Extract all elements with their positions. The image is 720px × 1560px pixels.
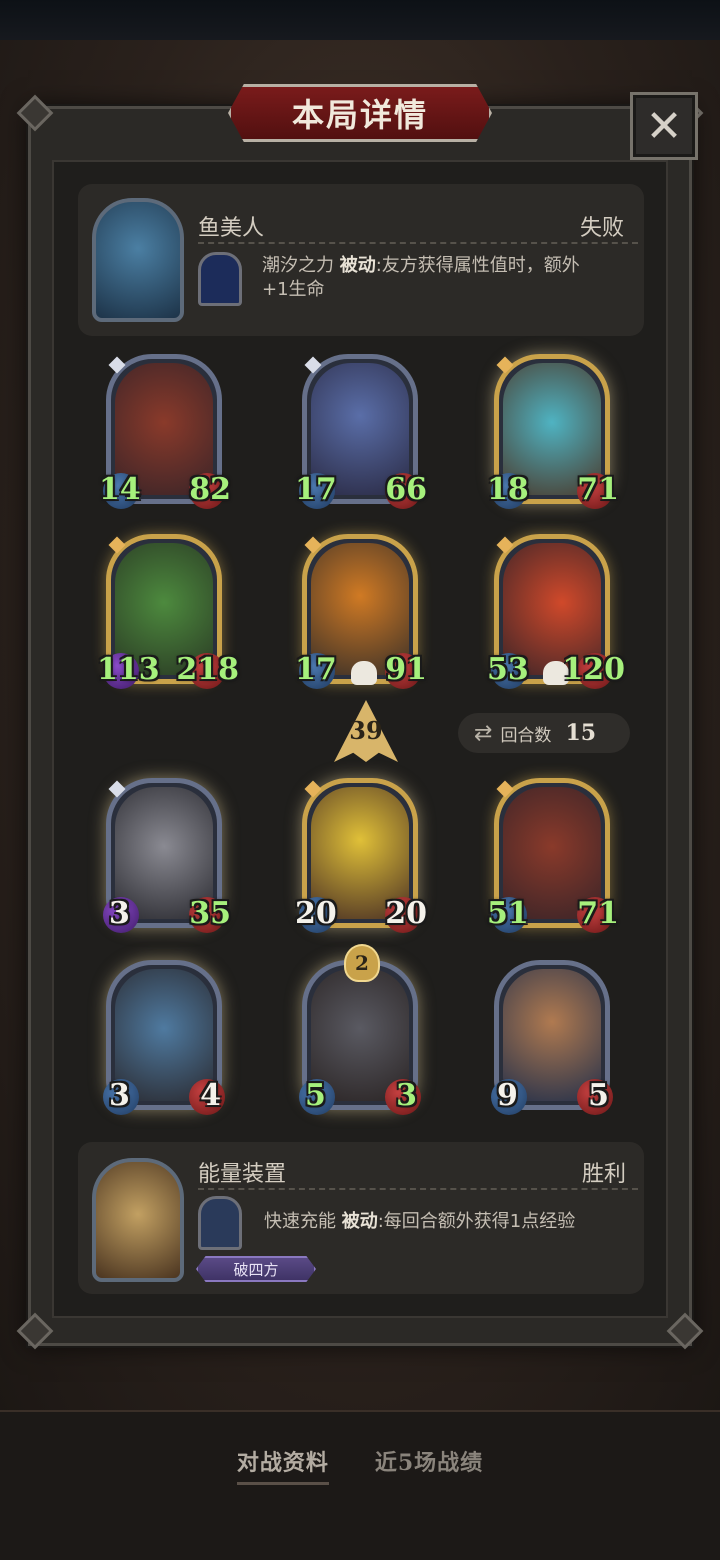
opponent-result: 失败 bbox=[580, 216, 625, 241]
card-health: 66 bbox=[385, 472, 427, 507]
opponent-skill-type: 被动 bbox=[339, 255, 376, 276]
player-skill-text: 快速充能 被动:每回合额外获得1点经验 bbox=[264, 1210, 634, 1234]
divider bbox=[198, 1188, 638, 1190]
player-card[interactable]: 9 5 bbox=[491, 960, 613, 1115]
player-skill-name: 快速充能 bbox=[264, 1211, 336, 1232]
player-avatar[interactable] bbox=[92, 1158, 184, 1282]
player-tag-badge: 破四方 bbox=[196, 1256, 316, 1282]
card-attack: 17 bbox=[295, 472, 337, 507]
card-health: 91 bbox=[385, 652, 427, 687]
tab-battle-info[interactable]: 对战资料 bbox=[236, 1445, 329, 1485]
close-icon: ✕ bbox=[645, 100, 683, 152]
player-name: 能量装置 bbox=[198, 1162, 287, 1187]
player-card[interactable]: 3 35 bbox=[103, 778, 231, 933]
skull-icon bbox=[351, 661, 377, 685]
card-attack: 51 bbox=[487, 896, 529, 931]
card-attack: 17 bbox=[295, 652, 337, 687]
player-skill-type: 被动 bbox=[341, 1211, 378, 1232]
opponent-card[interactable]: 113 218 bbox=[97, 534, 239, 689]
card-health: 35 bbox=[189, 896, 231, 931]
opponent-skill-desc: :友方获得属性值时，额外 bbox=[375, 255, 580, 276]
opponent-card[interactable]: 17 91 bbox=[295, 534, 427, 689]
player-card[interactable]: 20 20 bbox=[295, 778, 427, 933]
card-attack: 3 bbox=[109, 896, 130, 931]
opponent-name: 鱼美人 bbox=[198, 216, 265, 241]
card-attack: 14 bbox=[99, 472, 141, 507]
title-plate: 本局详情 bbox=[228, 84, 492, 142]
round-counter: ⇄ 回合数 15 bbox=[458, 713, 630, 753]
card-health: 3 bbox=[396, 1078, 417, 1113]
card-attack: 53 bbox=[487, 652, 529, 687]
opponent-avatar[interactable] bbox=[92, 198, 184, 322]
player-result: 胜利 bbox=[582, 1162, 627, 1187]
round-value: 15 bbox=[565, 720, 597, 746]
card-attack: 18 bbox=[487, 472, 529, 507]
opponent-card[interactable]: 53 120 bbox=[487, 534, 625, 689]
tier-badge: 2 bbox=[344, 944, 380, 982]
player-card[interactable]: 51 71 bbox=[487, 778, 619, 933]
level-value: 39 bbox=[349, 716, 383, 745]
opponent-card[interactable]: 17 66 bbox=[295, 354, 427, 509]
card-attack: 5 bbox=[305, 1078, 326, 1113]
round-label: 回合数 bbox=[500, 725, 552, 746]
player-card[interactable]: 5 3 bbox=[299, 960, 421, 1115]
card-attack: 20 bbox=[295, 896, 337, 931]
card-attack: 3 bbox=[109, 1078, 130, 1113]
card-health: 218 bbox=[176, 652, 239, 687]
repeat-icon: ⇄ bbox=[474, 720, 493, 746]
divider bbox=[198, 242, 638, 244]
player-skill-icon[interactable] bbox=[198, 1196, 242, 1250]
opponent-card[interactable]: 18 71 bbox=[487, 354, 619, 509]
opponent-panel: 鱼美人 失败 潮汐之力 被动:友方获得属性值时，额外 +1生命 bbox=[78, 184, 644, 336]
card-health: 71 bbox=[577, 472, 619, 507]
bottom-bar bbox=[0, 1410, 720, 1560]
card-health: 71 bbox=[577, 896, 619, 931]
card-attack: 113 bbox=[97, 652, 160, 687]
opponent-skill-desc-2: +1生命 bbox=[262, 279, 325, 300]
card-health: 120 bbox=[562, 652, 625, 687]
opponent-skill-name: 潮汐之力 bbox=[262, 255, 334, 276]
close-button[interactable]: ✕ bbox=[630, 92, 698, 160]
opponent-skill-icon[interactable] bbox=[198, 252, 242, 306]
opponent-skill-text: 潮汐之力 被动:友方获得属性值时，额外 +1生命 bbox=[262, 254, 622, 302]
opponent-card[interactable]: 14 82 bbox=[99, 354, 231, 509]
player-card[interactable]: 3 4 bbox=[103, 960, 225, 1115]
card-health: 82 bbox=[189, 472, 231, 507]
bottom-tabs: 对战资料 近5场战绩 bbox=[0, 1445, 720, 1485]
card-health: 4 bbox=[200, 1078, 221, 1113]
card-health: 20 bbox=[385, 896, 427, 931]
tab-recent-5-matches[interactable]: 近5场战绩 bbox=[375, 1445, 483, 1485]
modal-title: 本局详情 bbox=[291, 96, 428, 134]
card-health: 5 bbox=[588, 1078, 609, 1113]
player-panel: 能量装置 胜利 快速充能 被动:每回合额外获得1点经验 破四方 bbox=[78, 1142, 644, 1294]
player-skill-desc: :每回合额外获得1点经验 bbox=[377, 1211, 576, 1232]
card-attack: 9 bbox=[497, 1078, 518, 1113]
